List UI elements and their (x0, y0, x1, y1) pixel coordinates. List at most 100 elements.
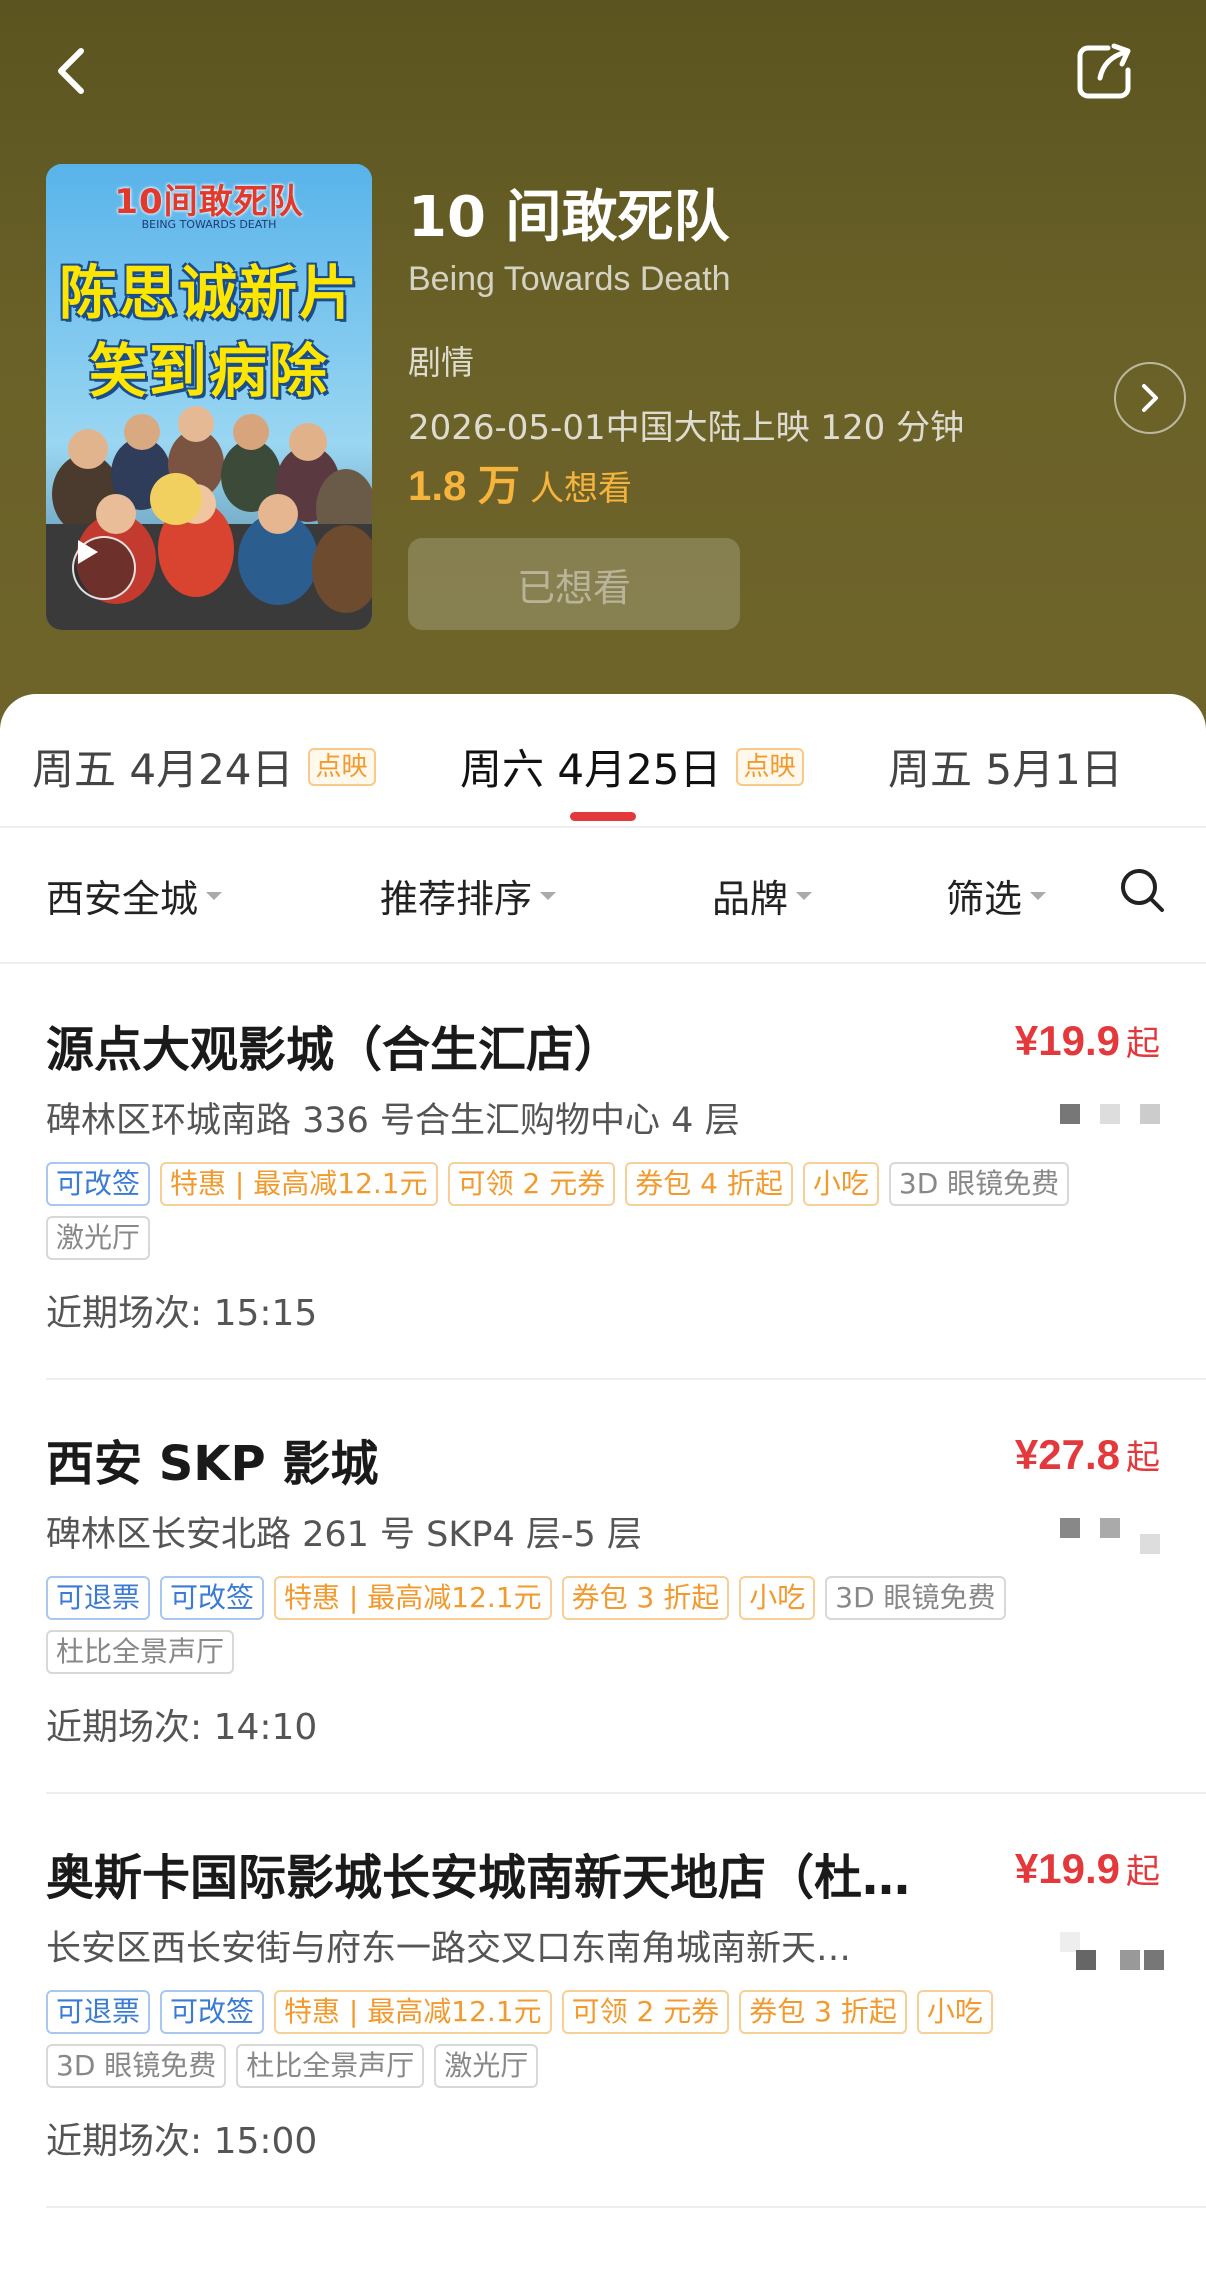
date-tabs: 周五 4月24日 点映 周六 4月25日 点映 周五 5月1日 (0, 694, 1206, 828)
feature-tag: 可退票 (46, 1990, 151, 2034)
caret-down-icon (206, 891, 223, 900)
price-amount: ¥19.9 (1014, 1845, 1120, 1892)
feature-tag: 券包 3 折起 (739, 1990, 907, 2034)
cinema-tags: 可退票 可改签 特惠 | 最高减12.1元 券包 3 折起 小吃 3D 眼镜免费 杜比全景… (46, 1576, 1166, 1684)
divider (46, 2206, 1206, 2208)
sort-filter-label: 推荐排序 (380, 877, 533, 921)
movie-release-info: 2026-05-01中国大陆上映 120 分钟 (408, 408, 965, 448)
city-filter-label: 西安全城 (46, 877, 199, 921)
poster-tagline-1: 陈思诚新片 (58, 259, 359, 327)
recent-showtime: 近期场次: 15:00 (46, 2121, 318, 2162)
date-tab-0425[interactable]: 周六 4月25日 点映 (460, 736, 804, 797)
distance-redacted (1060, 1518, 1180, 1554)
more-filter-label: 筛选 (946, 877, 1023, 921)
want-count: 1.8 万人想看 (408, 452, 632, 513)
date-tab-0424[interactable]: 周五 4月24日 点映 (32, 736, 376, 797)
chevron-left-icon (58, 48, 84, 94)
feature-tag: 小吃 (739, 1576, 816, 1620)
want-count-number: 1.8 万 (408, 462, 521, 509)
sort-filter[interactable]: 推荐排序 (380, 868, 557, 923)
filter-bar: 西安全城 推荐排序 品牌 筛选 (0, 828, 1206, 962)
back-button[interactable] (36, 36, 106, 106)
cinema-tags: 可改签 特惠 | 最高减12.1元 可领 2 元券 券包 4 折起 小吃 3D 眼镜免费 … (46, 1162, 1166, 1270)
feature-tag: 可领 2 元券 (561, 1990, 730, 2034)
share-button[interactable] (1070, 36, 1140, 106)
feature-tag: 可退票 (46, 1576, 151, 1620)
price-suffix: 起 (1126, 1853, 1160, 1891)
cinema-sheet: 周五 4月24日 点映 周六 4月25日 点映 周五 5月1日 西安全城 推荐排… (0, 694, 1206, 2278)
cinema-price: ¥27.8 起 (990, 1430, 1160, 1479)
date-tab-0501[interactable]: 周五 5月1日 (888, 736, 1123, 797)
cinema-item[interactable]: 西安 SKP 影城 ¥27.8 起 碑林区长安北路 261 号 SKP4 层-5 … (0, 1424, 1206, 1838)
chevron-right-icon (1142, 384, 1158, 412)
poster-title: 10间敢死队 (114, 182, 304, 222)
tag-row: 激光厅 (46, 1216, 1166, 1260)
movie-detail-button[interactable] (1114, 362, 1186, 434)
feature-tag: 可改签 (160, 1576, 265, 1620)
wanted-button[interactable]: 已想看 (408, 538, 740, 630)
poster-subtitle: BEING TOWARDS DEATH (141, 218, 277, 231)
search-button[interactable] (1112, 860, 1172, 920)
cinema-tags: 可退票 可改签 特惠 | 最高减12.1元 可领 2 元券 券包 3 折起 小吃 3D 眼… (46, 1990, 1166, 2098)
tag-row: 可改签 特惠 | 最高减12.1元 可领 2 元券 券包 4 折起 小吃 3D 眼镜免费 (46, 1162, 1166, 1206)
recent-showtime: 近期场次: 14:10 (46, 1707, 318, 1748)
tag-row: 杜比全景声厅 (46, 1630, 1166, 1674)
caret-down-icon (796, 891, 813, 900)
feature-tag: 特惠 | 最高减12.1元 (274, 1576, 552, 1620)
feature-tag: 激光厅 (46, 1216, 151, 1260)
cinema-name: 西安 SKP 影城 (46, 1436, 379, 1492)
date-tab-label: 周五 5月1日 (888, 745, 1123, 794)
price-suffix: 起 (1126, 1439, 1160, 1477)
feature-tag: 激光厅 (434, 2044, 539, 2088)
divider (46, 1378, 1206, 1380)
feature-tag: 特惠 | 最高减12.1元 (160, 1162, 438, 1206)
preview-badge: 点映 (735, 747, 804, 786)
play-trailer-button[interactable] (72, 536, 136, 600)
caret-down-icon (540, 891, 557, 900)
cinema-name: 源点大观影城（合生汇店） (46, 1022, 623, 1078)
cinema-address: 长安区西长安街与府东一路交叉口东南角城南新天… (46, 1929, 852, 1969)
feature-tag: 3D 眼镜免费 (825, 1576, 1006, 1620)
movie-header: 10间敢死队 BEING TOWARDS DEATH 陈思诚新片 笑到病除 10… (0, 0, 1206, 760)
tag-row: 可退票 可改签 特惠 | 最高减12.1元 券包 3 折起 小吃 3D 眼镜免费 (46, 1576, 1166, 1620)
cinema-item[interactable]: 源点大观影城（合生汇店） ¥19.9 起 碑林区环城南路 336 号合生汇购物中心… (0, 1010, 1206, 1424)
brand-filter-label: 品牌 (712, 877, 789, 921)
feature-tag: 小吃 (802, 1162, 879, 1206)
price-suffix: 起 (1126, 1025, 1160, 1063)
tag-row: 3D 眼镜免费 杜比全景声厅 激光厅 (46, 2044, 1166, 2088)
price-amount: ¥27.8 (1014, 1431, 1120, 1478)
recent-showtime: 近期场次: 15:15 (46, 1293, 318, 1334)
feature-tag: 3D 眼镜免费 (46, 2044, 227, 2088)
preview-badge: 点映 (307, 747, 376, 786)
movie-poster[interactable]: 10间敢死队 BEING TOWARDS DEATH 陈思诚新片 笑到病除 (46, 164, 372, 630)
share-icon (1077, 43, 1131, 99)
date-tab-label: 周六 4月25日 (460, 745, 722, 794)
cinema-item[interactable]: 奥斯卡国际影城长安城南新天地店（杜… ¥19.9 起 长安区西长安街与府东一路交叉… (0, 1838, 1206, 2252)
price-amount: ¥19.9 (1014, 1017, 1120, 1064)
tag-row: 可退票 可改签 特惠 | 最高减12.1元 可领 2 元券 券包 3 折起 小吃 (46, 1990, 1166, 2034)
search-icon (1121, 869, 1164, 912)
feature-tag: 可领 2 元券 (447, 1162, 616, 1206)
cinema-name: 奥斯卡国际影城长安城南新天地店（杜… (46, 1850, 911, 1906)
city-filter[interactable]: 西安全城 (46, 868, 223, 923)
feature-tag: 3D 眼镜免费 (888, 1162, 1070, 1206)
feature-tag: 可改签 (46, 1162, 151, 1206)
date-tab-label: 周五 4月24日 (32, 745, 294, 794)
divider (0, 962, 1206, 964)
brand-filter[interactable]: 品牌 (712, 868, 813, 923)
distance-redacted (1060, 1104, 1180, 1134)
play-icon (78, 540, 98, 564)
feature-tag: 小吃 (916, 1990, 993, 2034)
caret-down-icon (1030, 891, 1047, 900)
feature-tag: 券包 3 折起 (561, 1576, 730, 1620)
movie-genre: 剧情 (408, 343, 474, 382)
poster-tagline-2: 笑到病除 (88, 337, 329, 405)
distance-redacted (1060, 1932, 1180, 1970)
feature-tag: 可改签 (160, 1990, 265, 2034)
movie-english-title: Being Towards Death (408, 260, 731, 298)
active-tab-indicator (570, 812, 636, 821)
cinema-price: ¥19.9 起 (990, 1844, 1160, 1893)
more-filter[interactable]: 筛选 (946, 868, 1047, 923)
feature-tag: 特惠 | 最高减12.1元 (274, 1990, 552, 2034)
feature-tag: 券包 4 折起 (625, 1162, 793, 1206)
